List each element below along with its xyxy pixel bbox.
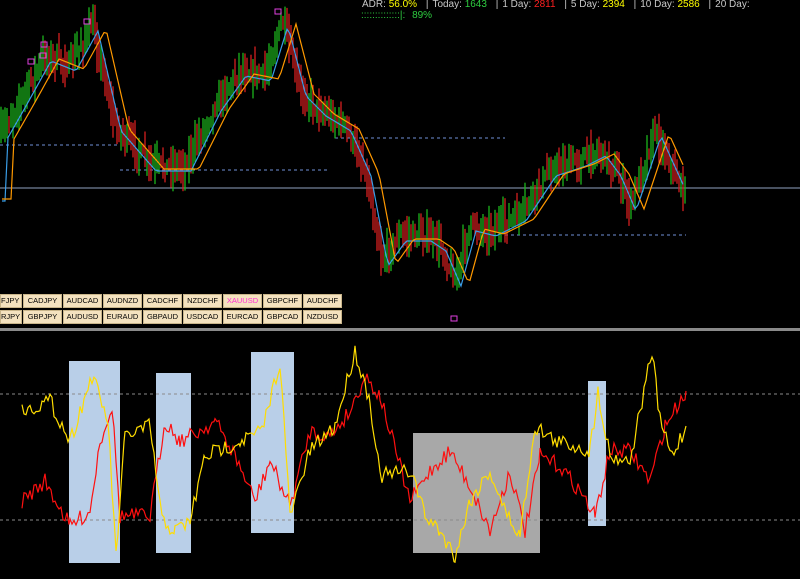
adr-meter-bar: ::::::::::::::|:: [361, 10, 406, 21]
highlight-zone: [69, 361, 120, 563]
oscillator-chart[interactable]: [0, 331, 800, 579]
pair-button-audchf[interactable]: AUDCHF: [303, 294, 342, 308]
separator: |: [564, 0, 567, 10]
separator: |: [708, 0, 712, 10]
pair-button-xauusd[interactable]: XAUUSD: [223, 294, 262, 308]
pair-button-eurcad[interactable]: EURCAD: [223, 310, 262, 324]
trading-chart-window: ADR: 56.0% | Today: 1643 | 1 Day: 2811 | 5 …: [0, 0, 800, 579]
pair-button-gbpaud[interactable]: GBPAUD: [143, 310, 182, 324]
pair-button-audusd[interactable]: AUDUSD: [63, 310, 102, 324]
price-chart[interactable]: [0, 0, 800, 328]
pair-button-usdcad[interactable]: USDCAD: [183, 310, 222, 324]
pair-button-audnzd[interactable]: AUDNZD: [103, 294, 142, 308]
separator: |: [633, 0, 637, 10]
currency-pair-buttons: FJPY CADJPY AUDCAD AUDNZD CADCHF NZDCHF XAUUSD…: [0, 294, 343, 326]
pair-button-nzdusd[interactable]: NZDUSD: [303, 310, 342, 324]
pair-button-gbpchf[interactable]: GBPCHF: [263, 294, 302, 308]
day10-label: 10 Day:: [640, 0, 675, 10]
today-value: 1643: [464, 0, 487, 10]
pair-button-row: RJPY GBPJPY AUDUSD EURAUD GBPAUD USDCAD EURCAD…: [0, 310, 343, 324]
pair-button-cadjpy[interactable]: CADJPY: [23, 294, 62, 308]
adr-meter-value: 89%: [412, 10, 433, 21]
yellow-oscillator-line: [21, 345, 687, 564]
day1-label: 1 Day:: [502, 0, 532, 10]
fractal-marker: [450, 315, 458, 322]
day20-label: 20 Day:: [715, 0, 750, 10]
pair-button-rjpy[interactable]: RJPY: [0, 310, 22, 324]
pair-button-audcad[interactable]: AUDCAD: [63, 294, 102, 308]
day10-value: 2586: [677, 0, 700, 10]
slow-moving-average: [2, 21, 684, 282]
highlight-zone: [251, 352, 294, 533]
pair-button-gbpcad[interactable]: GBPCAD: [263, 310, 302, 324]
red-oscillator-line: [21, 373, 687, 538]
pair-button-gbpjpy[interactable]: GBPJPY: [23, 310, 62, 324]
pair-button-nzdchf[interactable]: NZDCHF: [183, 294, 222, 308]
fractal-marker: [274, 8, 282, 15]
pair-button-cadchf[interactable]: CADCHF: [143, 294, 182, 308]
today-label: Today:: [432, 0, 462, 10]
day1-value: 2811: [534, 0, 556, 10]
fractal-marker: [27, 58, 35, 65]
pair-button-row: FJPY CADJPY AUDCAD AUDNZD CADCHF NZDCHF XAUUSD…: [0, 294, 343, 308]
separator: |: [495, 0, 499, 10]
day5-value: 2394: [602, 0, 625, 10]
pair-button-euraud[interactable]: EURAUD: [103, 310, 142, 324]
fractal-marker: [40, 41, 48, 48]
day5-label: 5 Day:: [570, 0, 600, 10]
pair-button-fjpy[interactable]: FJPY: [0, 294, 22, 308]
adr-meter: ::::::::::::::|: 89%: [361, 10, 432, 21]
